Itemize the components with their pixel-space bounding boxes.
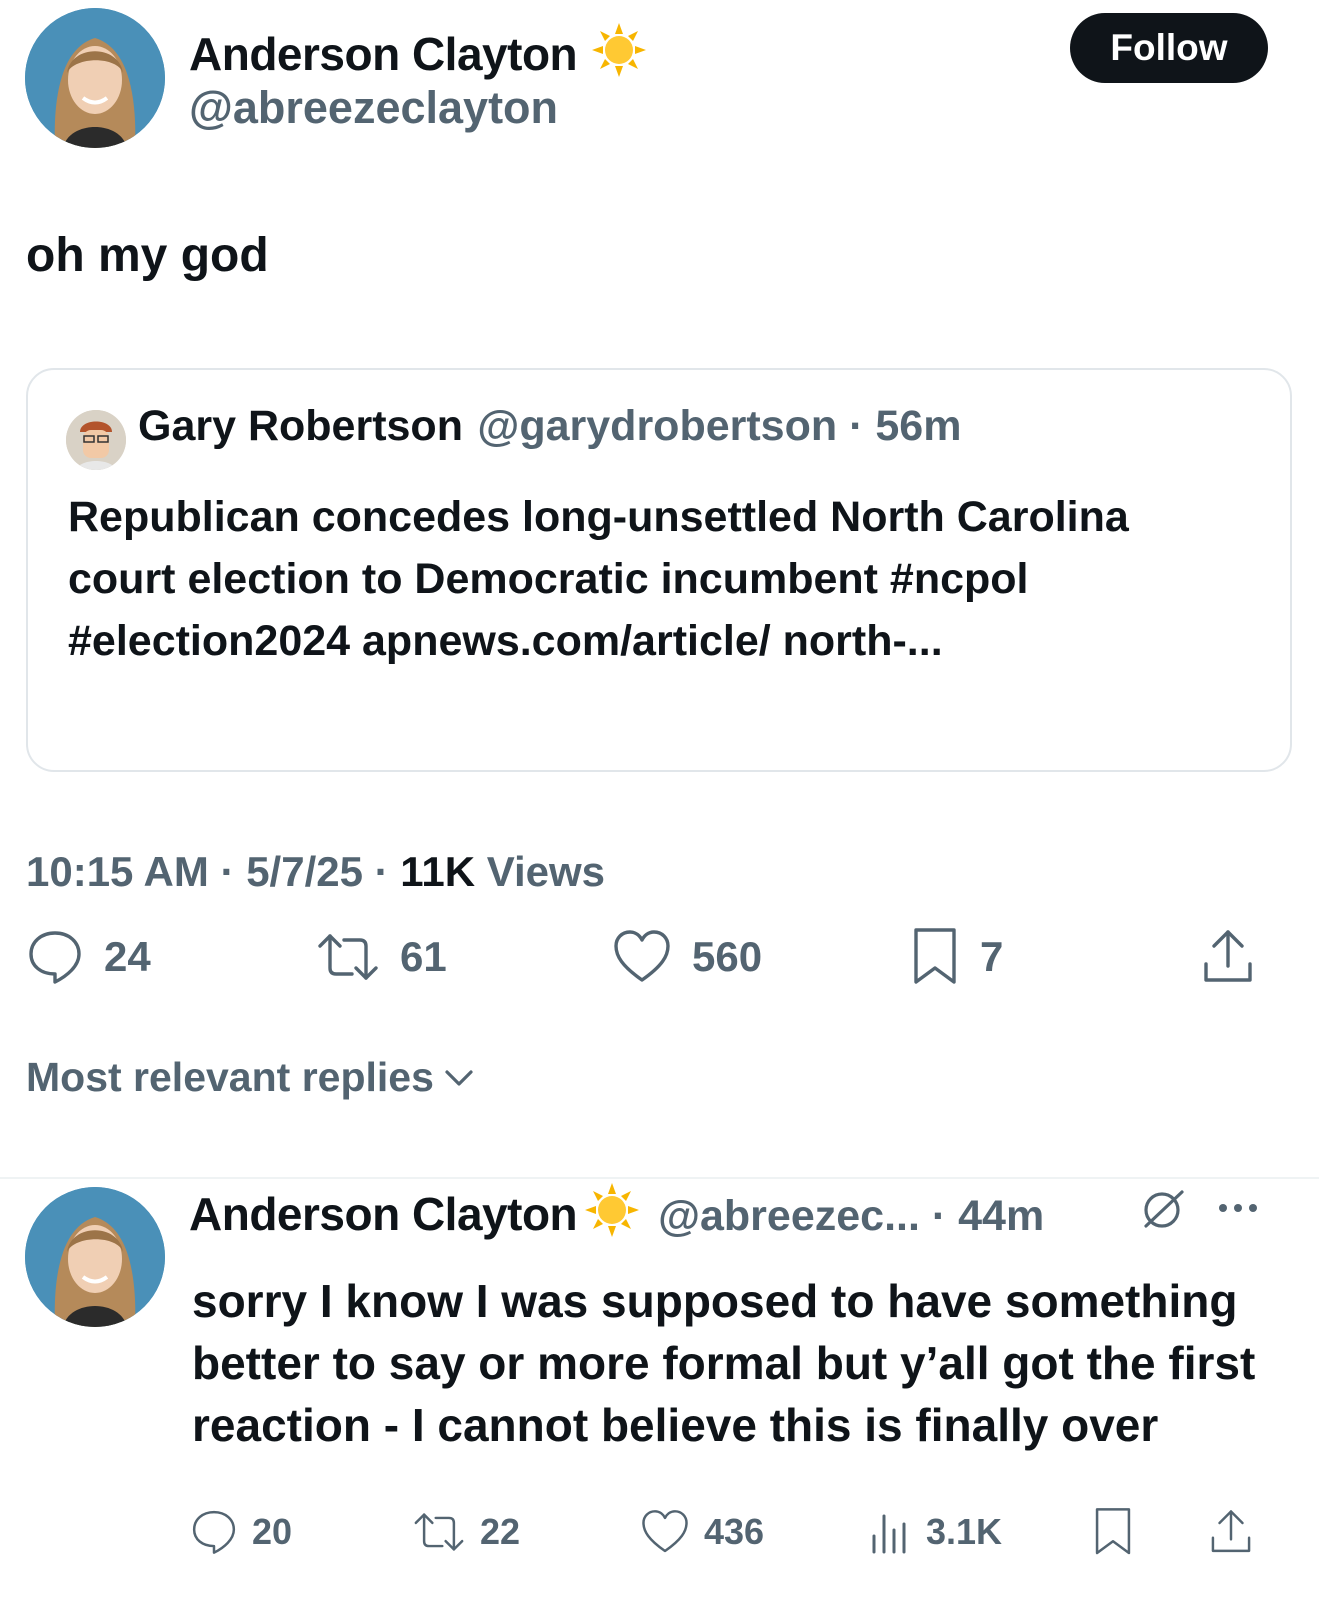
more-icon [1219, 1204, 1257, 1212]
reply-reply-count: 20 [252, 1511, 293, 1552]
reply-author-handle[interactable]: @abreezec... [658, 1192, 920, 1240]
bookmark-icon [914, 928, 956, 984]
reply-author-avatar[interactable] [25, 1187, 165, 1327]
quoted-author-handle[interactable]: @garydrobertson [477, 402, 837, 450]
tweet-text: oh my god [26, 229, 269, 282]
views-icon [872, 1514, 906, 1554]
meta-separator: · [837, 402, 876, 450]
sun-emoji-icon [584, 1182, 640, 1243]
reply-views-button[interactable]: 3.1K [868, 1508, 1002, 1556]
like-icon [614, 930, 670, 982]
reply-repost-button[interactable]: 22 [412, 1508, 520, 1556]
more-button[interactable] [1216, 1196, 1260, 1225]
follow-button[interactable]: Follow [1070, 13, 1268, 83]
reply-repost-count: 22 [480, 1511, 521, 1552]
author-handle[interactable]: @abreezeclayton [189, 82, 558, 134]
reply-bookmark-button[interactable] [1092, 1506, 1134, 1558]
views-count[interactable]: 11K [400, 848, 475, 895]
share-icon [1204, 930, 1252, 982]
like-count: 560 [692, 933, 763, 980]
reply-share-button[interactable] [1208, 1508, 1254, 1556]
tweet-time: 10:15 AM [26, 848, 209, 895]
share-button[interactable] [1200, 928, 1256, 986]
quoted-tweet-header: Gary Robertson @garydrobertson · 56m [138, 402, 961, 451]
tweet-date: 5/7/25 [246, 848, 363, 895]
repost-button[interactable]: 61 [316, 928, 447, 986]
bookmark-icon [1095, 1508, 1131, 1555]
author-name[interactable]: Anderson Clayton [189, 22, 647, 89]
reply-icon [29, 931, 81, 984]
author-avatar[interactable] [25, 8, 165, 148]
divider [0, 1177, 1319, 1179]
repost-count: 61 [400, 933, 447, 980]
like-button[interactable]: 560 [612, 928, 762, 986]
bookmark-button[interactable]: 7 [910, 926, 1003, 988]
reply-icon [192, 1510, 236, 1554]
grok-icon [1144, 1190, 1184, 1228]
reply-count: 24 [104, 933, 151, 980]
meta-separator: · [919, 1192, 959, 1240]
meta-separator: · [208, 848, 247, 895]
grok-button[interactable] [1138, 1186, 1188, 1237]
replies-sort-dropdown[interactable]: Most relevant replies [26, 1054, 476, 1101]
reply-text: sorry I know I was supposed to have some… [192, 1275, 1256, 1451]
tweet-meta: 10:15 AM · 5/7/25 · 11K Views [26, 848, 605, 896]
reply-author-name[interactable]: Anderson Clayton [189, 1188, 578, 1240]
reply-reply-button[interactable]: 20 [190, 1508, 292, 1556]
reply-views-count: 3.1K [926, 1511, 1003, 1552]
chevron-down-icon [445, 1069, 473, 1086]
quoted-author-name[interactable]: Gary Robertson [138, 402, 463, 450]
reply-button[interactable]: 24 [26, 928, 151, 986]
quoted-time: 56m [875, 402, 962, 450]
like-icon [642, 1510, 688, 1553]
meta-separator: · [362, 848, 401, 895]
repost-icon [414, 1513, 464, 1551]
reply-time: 44m [958, 1192, 1045, 1240]
sun-emoji-icon [591, 22, 647, 89]
views-label[interactable]: Views [487, 848, 605, 895]
quoted-tweet-text: Republican concedes long-unsettled North… [68, 493, 1129, 665]
bookmark-count: 7 [980, 933, 1004, 980]
replies-sort-label: Most relevant replies [26, 1054, 434, 1100]
reply-header: Anderson Clayton @abreezec... · 44m [189, 1182, 1044, 1243]
quoted-author-avatar [66, 410, 126, 470]
repost-icon [318, 934, 378, 980]
reply-like-count: 436 [704, 1511, 765, 1552]
reply-like-button[interactable]: 436 [640, 1508, 764, 1556]
share-icon [1211, 1510, 1251, 1553]
